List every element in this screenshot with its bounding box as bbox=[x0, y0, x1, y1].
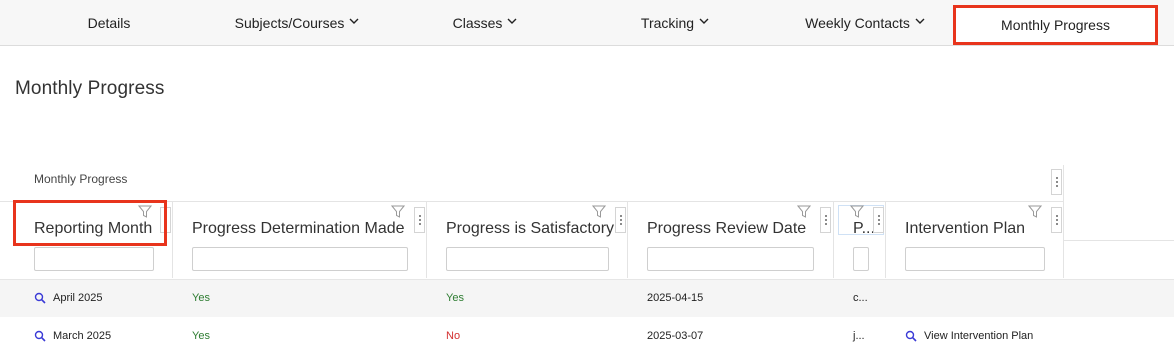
view-intervention-plan-link[interactable]: View Intervention Plan bbox=[924, 330, 1033, 342]
cell-reporting-month: March 2025 bbox=[53, 330, 112, 342]
nav-monthly-progress[interactable]: Monthly Progress bbox=[953, 5, 1158, 45]
search-icon[interactable] bbox=[34, 330, 46, 342]
nav-tracking[interactable]: Tracking bbox=[625, 0, 725, 45]
cell-progress-satisfactory: No bbox=[446, 330, 461, 342]
cell-progress-determination: Yes bbox=[192, 292, 210, 304]
column-menu-icon[interactable] bbox=[615, 207, 626, 233]
filter-input-p[interactable] bbox=[853, 247, 869, 271]
column-menu-icon[interactable] bbox=[1051, 207, 1062, 233]
nav-classes[interactable]: Classes bbox=[440, 0, 530, 45]
chevron-down-icon bbox=[507, 18, 517, 24]
highlight-reporting-month bbox=[13, 200, 167, 246]
nav-weekly-contacts[interactable]: Weekly Contacts bbox=[795, 0, 935, 45]
column-menu-icon[interactable] bbox=[873, 207, 884, 233]
col-header-progress-determination[interactable]: Progress Determination Made bbox=[192, 220, 405, 238]
column-separator bbox=[426, 201, 427, 278]
header-extension-line bbox=[1064, 240, 1174, 241]
filter-icon[interactable] bbox=[592, 205, 606, 218]
search-icon[interactable] bbox=[905, 330, 917, 342]
cell-progress-review-date: 2025-04-15 bbox=[647, 292, 704, 304]
search-icon[interactable] bbox=[34, 292, 46, 304]
cell-progress-determination: Yes bbox=[192, 330, 210, 342]
page-title: Monthly Progress bbox=[15, 78, 165, 99]
col-header-progress-review-date[interactable]: Progress Review Date bbox=[647, 220, 806, 238]
nav-weekly-contacts-label: Weekly Contacts bbox=[805, 14, 910, 31]
nav-subjects-courses-label: Subjects/Courses bbox=[234, 14, 345, 31]
chevron-down-icon bbox=[915, 18, 925, 24]
filter-input-progress-satisfactory[interactable] bbox=[446, 247, 609, 271]
filter-icon[interactable] bbox=[850, 205, 864, 218]
nav-subjects-courses[interactable]: Subjects/Courses bbox=[222, 0, 372, 45]
nav-details-label: Details bbox=[87, 14, 131, 31]
filter-icon[interactable] bbox=[797, 205, 811, 218]
nav-details[interactable]: Details bbox=[60, 0, 158, 45]
nav-tracking-label: Tracking bbox=[640, 14, 695, 31]
filter-icon[interactable] bbox=[391, 205, 405, 218]
chevron-down-icon bbox=[349, 18, 359, 24]
nav-monthly-progress-label: Monthly Progress bbox=[1001, 17, 1110, 33]
grid-options-icon[interactable] bbox=[1051, 169, 1062, 195]
col-header-progress-satisfactory[interactable]: Progress is Satisfactory bbox=[446, 220, 614, 238]
nav-classes-label: Classes bbox=[452, 14, 503, 31]
column-separator bbox=[627, 201, 628, 278]
filter-input-reporting-month[interactable] bbox=[34, 247, 154, 271]
filter-input-progress-determination[interactable] bbox=[192, 247, 408, 271]
column-separator bbox=[172, 201, 173, 278]
column-menu-icon[interactable] bbox=[414, 207, 425, 233]
col-header-p[interactable]: P... bbox=[853, 220, 875, 238]
column-menu-icon[interactable] bbox=[820, 207, 831, 233]
cell-p: c... bbox=[853, 292, 868, 304]
grid-caption: Monthly Progress bbox=[34, 172, 128, 186]
grid-right-border bbox=[1063, 165, 1064, 278]
cell-progress-satisfactory: Yes bbox=[446, 292, 464, 304]
col-header-intervention-plan[interactable]: Intervention Plan bbox=[905, 220, 1025, 238]
cell-p: j... bbox=[853, 330, 865, 342]
filter-input-progress-review-date[interactable] bbox=[647, 247, 814, 271]
column-separator bbox=[833, 201, 834, 278]
table-row[interactable] bbox=[0, 279, 1174, 318]
filter-input-intervention-plan[interactable] bbox=[905, 247, 1045, 271]
top-navigation: Details Subjects/Courses Classes Trackin… bbox=[0, 0, 1174, 46]
cell-progress-review-date: 2025-03-07 bbox=[647, 330, 704, 342]
filter-icon[interactable] bbox=[1028, 205, 1042, 218]
chevron-down-icon bbox=[699, 18, 709, 24]
cell-reporting-month: April 2025 bbox=[53, 292, 103, 304]
column-separator bbox=[885, 201, 886, 278]
